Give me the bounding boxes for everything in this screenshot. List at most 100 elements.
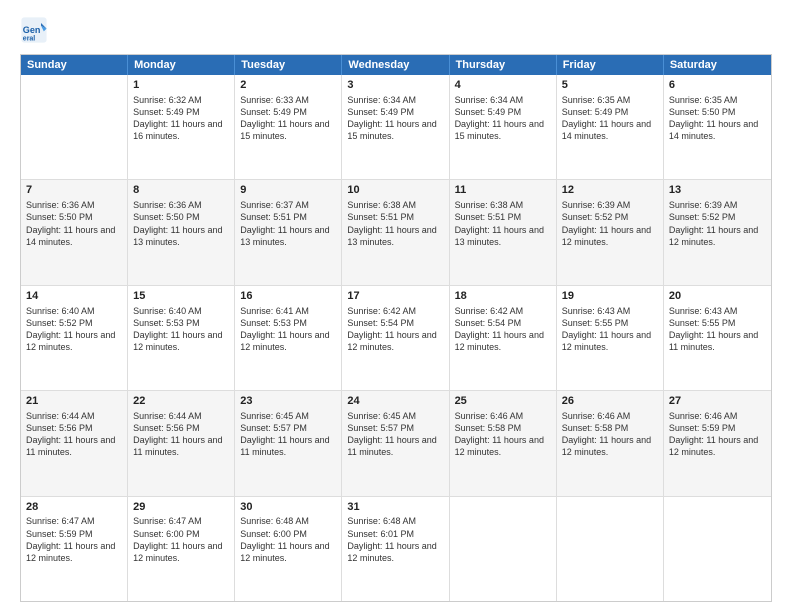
sunset-text: Sunset: 5:52 PM — [26, 318, 93, 328]
daylight-text: Daylight: 11 hours and 15 minutes. — [455, 119, 544, 141]
sunrise-text: Sunrise: 6:36 AM — [26, 200, 95, 210]
calendar: SundayMondayTuesdayWednesdayThursdayFrid… — [20, 54, 772, 602]
calendar-cell: 30Sunrise: 6:48 AMSunset: 6:00 PMDayligh… — [235, 497, 342, 601]
calendar-row-4: 28Sunrise: 6:47 AMSunset: 5:59 PMDayligh… — [21, 496, 771, 601]
day-number: 15 — [133, 289, 229, 304]
sunset-text: Sunset: 5:51 PM — [240, 212, 307, 222]
sunrise-text: Sunrise: 6:40 AM — [133, 306, 202, 316]
calendar-cell: 24Sunrise: 6:45 AMSunset: 5:57 PMDayligh… — [342, 391, 449, 495]
daylight-text: Daylight: 11 hours and 15 minutes. — [240, 119, 329, 141]
day-number: 28 — [26, 500, 122, 515]
calendar-row-2: 14 Sunrise: 6:40 AM Sunset: 5:52 PM Dayligh… — [21, 285, 771, 390]
day-number: 19 — [562, 289, 658, 304]
calendar-cell: 2Sunrise: 6:33 AMSunset: 5:49 PMDaylight… — [235, 75, 342, 179]
sunset-text: Sunset: 5:53 PM — [240, 318, 307, 328]
daylight-text: Daylight: 11 hours and 16 minutes. — [133, 119, 222, 141]
daylight-text: Daylight: 11 hours and 12 minutes. — [133, 330, 222, 352]
day-number: 22 — [133, 394, 229, 409]
sunset-text: Sunset: 5:53 PM — [133, 318, 200, 328]
sunrise-text: Sunrise: 6:46 AM — [669, 411, 738, 421]
calendar-cell: 11Sunrise: 6:38 AMSunset: 5:51 PMDayligh… — [450, 180, 557, 284]
daylight-text: Daylight: 11 hours and 11 minutes. — [133, 435, 222, 457]
calendar-cell: 22Sunrise: 6:44 AMSunset: 5:56 PMDayligh… — [128, 391, 235, 495]
day-number: 7 — [26, 183, 122, 198]
sunset-text: Sunset: 6:01 PM — [347, 529, 414, 539]
calendar-cell: 31Sunrise: 6:48 AMSunset: 6:01 PMDayligh… — [342, 497, 449, 601]
daylight-text: Daylight: 11 hours and 12 minutes. — [669, 435, 758, 457]
sunrise-text: Sunrise: 6:41 AM — [240, 306, 309, 316]
sunset-text: Sunset: 5:59 PM — [669, 423, 736, 433]
daylight-text: Daylight: 11 hours and 12 minutes. — [455, 435, 544, 457]
calendar-cell: 16Sunrise: 6:41 AMSunset: 5:53 PMDayligh… — [235, 286, 342, 390]
day-number: 23 — [240, 394, 336, 409]
day-number: 14 — [26, 289, 122, 304]
day-number: 31 — [347, 500, 443, 515]
calendar-cell: 5Sunrise: 6:35 AMSunset: 5:49 PMDaylight… — [557, 75, 664, 179]
sunset-text: Sunset: 5:55 PM — [669, 318, 736, 328]
sunset-text: Sunset: 5:55 PM — [562, 318, 629, 328]
daylight-text: Daylight: 11 hours and 12 minutes. — [347, 330, 436, 352]
daylight-text: Daylight: 11 hours and 11 minutes. — [347, 435, 436, 457]
calendar-body: 1Sunrise: 6:32 AMSunset: 5:49 PMDaylight… — [21, 75, 771, 601]
header-day-monday: Monday — [128, 55, 235, 75]
daylight-text: Daylight: 11 hours and 13 minutes. — [133, 225, 222, 247]
sunset-text: Sunset: 5:49 PM — [562, 107, 629, 117]
calendar-cell — [21, 75, 128, 179]
sunrise-text: Sunrise: 6:47 AM — [26, 516, 95, 526]
sunset-text: Sunset: 5:58 PM — [455, 423, 522, 433]
calendar-cell: 9Sunrise: 6:37 AMSunset: 5:51 PMDaylight… — [235, 180, 342, 284]
calendar-cell: 7 Sunrise: 6:36 AM Sunset: 5:50 PM Daylight… — [21, 180, 128, 284]
day-number: 25 — [455, 394, 551, 409]
sunrise-text: Sunrise: 6:47 AM — [133, 516, 202, 526]
day-number: 26 — [562, 394, 658, 409]
day-number: 2 — [240, 78, 336, 93]
calendar-row-0: 1Sunrise: 6:32 AMSunset: 5:49 PMDaylight… — [21, 75, 771, 179]
sunrise-text: Sunrise: 6:46 AM — [455, 411, 524, 421]
day-number: 18 — [455, 289, 551, 304]
sunset-text: Sunset: 5:57 PM — [347, 423, 414, 433]
sunset-text: Sunset: 5:56 PM — [133, 423, 200, 433]
header-day-saturday: Saturday — [664, 55, 771, 75]
sunrise-text: Sunrise: 6:38 AM — [347, 200, 416, 210]
sunrise-text: Sunrise: 6:39 AM — [669, 200, 738, 210]
sunrise-text: Sunrise: 6:33 AM — [240, 95, 309, 105]
header-day-sunday: Sunday — [21, 55, 128, 75]
calendar-cell: 29Sunrise: 6:47 AMSunset: 6:00 PMDayligh… — [128, 497, 235, 601]
sunrise-text: Sunrise: 6:34 AM — [347, 95, 416, 105]
calendar-cell: 19Sunrise: 6:43 AMSunset: 5:55 PMDayligh… — [557, 286, 664, 390]
svg-text:Gen: Gen — [23, 25, 41, 35]
calendar-cell: 3Sunrise: 6:34 AMSunset: 5:49 PMDaylight… — [342, 75, 449, 179]
header-day-thursday: Thursday — [450, 55, 557, 75]
sunset-text: Sunset: 5:54 PM — [455, 318, 522, 328]
sunrise-text: Sunrise: 6:37 AM — [240, 200, 309, 210]
calendar-cell: 26Sunrise: 6:46 AMSunset: 5:58 PMDayligh… — [557, 391, 664, 495]
sunset-text: Sunset: 5:51 PM — [455, 212, 522, 222]
sunset-text: Sunset: 5:50 PM — [26, 212, 93, 222]
daylight-text: Daylight: 11 hours and 13 minutes. — [347, 225, 436, 247]
sunset-text: Sunset: 5:50 PM — [133, 212, 200, 222]
sunset-text: Sunset: 6:00 PM — [133, 529, 200, 539]
calendar-cell: 21Sunrise: 6:44 AMSunset: 5:56 PMDayligh… — [21, 391, 128, 495]
day-number: 9 — [240, 183, 336, 198]
daylight-text: Daylight: 11 hours and 14 minutes. — [26, 225, 115, 247]
calendar-cell — [557, 497, 664, 601]
sunset-text: Sunset: 6:00 PM — [240, 529, 307, 539]
daylight-text: Daylight: 11 hours and 12 minutes. — [669, 225, 758, 247]
daylight-text: Daylight: 11 hours and 14 minutes. — [562, 119, 651, 141]
sunrise-text: Sunrise: 6:42 AM — [455, 306, 524, 316]
day-number: 21 — [26, 394, 122, 409]
sunset-text: Sunset: 5:57 PM — [240, 423, 307, 433]
svg-text:eral: eral — [23, 36, 36, 43]
daylight-text: Daylight: 11 hours and 12 minutes. — [562, 330, 651, 352]
sunrise-text: Sunrise: 6:36 AM — [133, 200, 202, 210]
day-number: 17 — [347, 289, 443, 304]
sunrise-text: Sunrise: 6:45 AM — [347, 411, 416, 421]
calendar-cell: 15 Sunrise: 6:40 AM Sunset: 5:53 PM Dayligh… — [128, 286, 235, 390]
sunrise-text: Sunrise: 6:42 AM — [347, 306, 416, 316]
logo-icon: Gen eral — [20, 16, 48, 44]
sunset-text: Sunset: 5:54 PM — [347, 318, 414, 328]
calendar-cell: 23Sunrise: 6:45 AMSunset: 5:57 PMDayligh… — [235, 391, 342, 495]
logo: Gen eral — [20, 16, 52, 44]
calendar-cell: 28Sunrise: 6:47 AMSunset: 5:59 PMDayligh… — [21, 497, 128, 601]
calendar-cell: 13Sunrise: 6:39 AMSunset: 5:52 PMDayligh… — [664, 180, 771, 284]
